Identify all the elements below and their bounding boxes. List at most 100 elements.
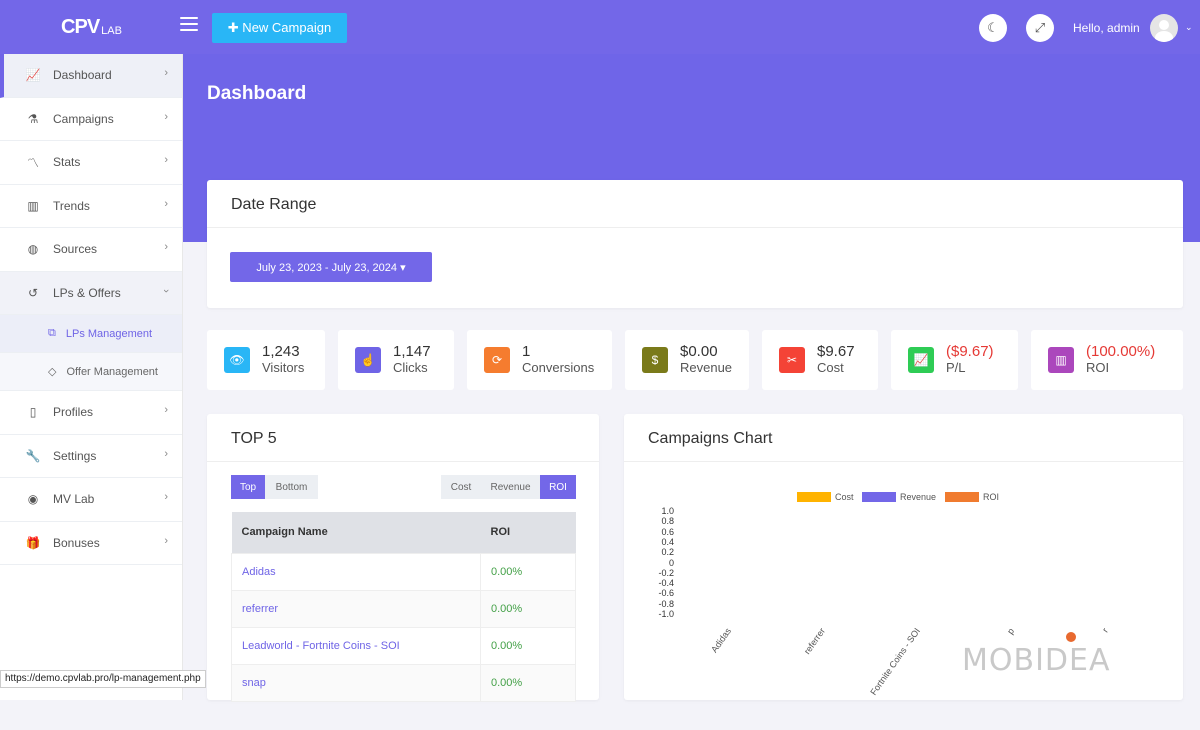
mvlab-icon: ◉ xyxy=(27,492,39,507)
y-tick-label: -1.0 xyxy=(658,609,674,619)
stat-label: Cost xyxy=(817,360,844,375)
mobidea-watermark: MOBIDEA xyxy=(962,643,1111,678)
trends-icon: ▥ xyxy=(27,198,39,213)
sidebar-item-dashboard[interactable]: 📈 Dashboard › xyxy=(0,54,182,98)
chevron-right-icon: › xyxy=(164,154,168,166)
y-tick-label: -0.8 xyxy=(658,598,674,609)
table-header-row: Campaign Name ROI xyxy=(231,512,576,553)
user-greeting[interactable]: Hello, admin xyxy=(1073,21,1140,35)
chevron-right-icon: › xyxy=(164,447,168,460)
stat-value: $0.00 xyxy=(680,343,718,360)
campaign-link[interactable]: snap xyxy=(231,663,481,702)
stat-label: ROI xyxy=(1086,360,1110,375)
sidebar-subitem-lps-management[interactable]: ⧉ LPs Management xyxy=(0,315,182,353)
sidebar-subitem-label: Offer Management xyxy=(66,365,158,378)
gift-icon: 🎁 xyxy=(25,535,41,550)
campaign-link[interactable]: referrer xyxy=(231,589,481,628)
legend-roi[interactable]: ROI xyxy=(945,492,999,502)
top-bar: CPV LAB ✚ New Campaign ☾ ⤢ Hello, admin ⌄ xyxy=(0,0,1200,54)
sidebar-item-label: Sources xyxy=(53,242,98,257)
tab-revenue[interactable]: Revenue xyxy=(481,475,540,499)
table-row: Leadworld - Fortnite Coins - SOI 0.00% xyxy=(231,626,576,665)
page-title: Dashboard xyxy=(207,83,307,104)
tag-icon: ◇ xyxy=(48,366,57,378)
legend-swatch-cost xyxy=(797,492,831,502)
sidebar-item-label: Settings xyxy=(53,448,97,463)
sidebar-item-label: Profiles xyxy=(53,405,94,420)
sidebar-item-lps-offers[interactable]: ↺ LPs & Offers › xyxy=(0,271,182,315)
stat-label: Revenue xyxy=(680,360,733,375)
status-bar-url: https://demo.cpvlab.pro/lp-management.ph… xyxy=(0,670,206,688)
clipboard-icon: ▯ xyxy=(29,405,37,420)
stat-card-conversions: ⟳ 1 Conversions xyxy=(467,330,612,390)
roi-value: 0.00% xyxy=(480,552,576,591)
sidebar-item-label: Stats xyxy=(53,155,81,170)
y-tick-label: 0 xyxy=(668,557,674,568)
tab-top[interactable]: Top xyxy=(231,475,265,499)
roi-value: 0.00% xyxy=(480,663,576,702)
menu-toggle-icon[interactable] xyxy=(180,17,198,31)
sidebar-item-stats[interactable]: 〽 Stats › xyxy=(0,141,182,185)
wrench-icon: 🔧 xyxy=(25,448,41,463)
legend-cost[interactable]: Cost xyxy=(797,492,854,502)
dollar-icon: $ xyxy=(642,347,668,373)
table-row: referrer 0.00% xyxy=(231,589,576,628)
sidebar-item-mv-lab[interactable]: ◉ MV Lab › xyxy=(0,478,182,522)
tab-bottom[interactable]: Bottom xyxy=(265,475,318,499)
logo-sub: LAB xyxy=(101,25,122,37)
stat-value: ($9.67) xyxy=(946,343,994,360)
y-tick-label: 0.2 xyxy=(661,547,674,558)
campaign-link[interactable]: Leadworld - Fortnite Coins - SOI xyxy=(231,626,481,665)
y-tick-label: -0.4 xyxy=(658,578,674,589)
sidebar: 📈 Dashboard › ⚗ Campaigns › 〽 Stats › ▥ Trends ›… xyxy=(0,54,183,700)
stat-card-pl: 📈 ($9.67) P/L xyxy=(891,330,1018,390)
stat-card-roi: ▥ (100.00%) ROI xyxy=(1031,330,1183,390)
dark-mode-icon[interactable]: ☾ xyxy=(979,14,1007,42)
sidebar-subitem-offer-management[interactable]: ◇ Offer Management xyxy=(0,353,182,391)
legend-label: Cost xyxy=(835,492,854,502)
tab-roi[interactable]: ROI xyxy=(540,475,576,499)
sidebar-item-bonuses[interactable]: 🎁 Bonuses › xyxy=(0,522,182,565)
sidebar-item-settings[interactable]: 🔧 Settings › xyxy=(0,435,182,478)
date-range-picker[interactable]: July 23, 2023 - July 23, 2024 ▾ xyxy=(230,252,432,282)
stat-card-cost: ✂ $9.67 Cost xyxy=(762,330,878,390)
sidebar-item-campaigns[interactable]: ⚗ Campaigns › xyxy=(0,98,182,141)
logo-text: CPV xyxy=(61,15,100,38)
table-row: snap 0.00% xyxy=(231,663,576,702)
avatar[interactable] xyxy=(1150,14,1178,42)
fullscreen-icon[interactable]: ⤢ xyxy=(1026,14,1054,42)
chevron-right-icon: › xyxy=(164,197,168,210)
y-tick-label: 1.0 xyxy=(661,506,674,516)
sidebar-item-label: Trends xyxy=(53,198,90,213)
stats-icon: 〽 xyxy=(26,155,39,170)
chart-line-icon: 📈 xyxy=(25,68,41,83)
sidebar-item-trends[interactable]: ▥ Trends › xyxy=(0,185,182,228)
roi-value: 0.00% xyxy=(480,626,576,665)
tab-cost[interactable]: Cost xyxy=(441,475,481,499)
eye-icon: 👁 xyxy=(224,347,250,373)
flask-icon: ⚗ xyxy=(27,111,39,126)
globe-icon: ◍ xyxy=(27,242,39,257)
roi-value: 0.00% xyxy=(480,589,576,628)
stat-card-clicks: ☝ 1,147 Clicks xyxy=(338,330,454,390)
stat-card-revenue: $ $0.00 Revenue xyxy=(625,330,749,390)
column-header[interactable]: Campaign Name xyxy=(231,512,481,553)
campaign-link[interactable]: Adidas xyxy=(231,552,481,591)
sidebar-item-profiles[interactable]: ▯ Profiles › xyxy=(0,391,182,435)
new-campaign-button[interactable]: ✚ New Campaign xyxy=(212,13,347,43)
legend-revenue[interactable]: Revenue xyxy=(862,492,936,502)
column-header[interactable]: ROI xyxy=(480,512,576,553)
chevron-right-icon: › xyxy=(164,491,168,503)
sidebar-item-label: MV Lab xyxy=(53,492,95,507)
stat-value: (100.00%) xyxy=(1086,343,1156,360)
stat-label: P/L xyxy=(946,360,966,375)
chevron-right-icon: › xyxy=(164,404,168,416)
cpvlab-logo[interactable]: CPV LAB xyxy=(0,0,183,54)
sidebar-item-label: Dashboard xyxy=(53,68,112,83)
stat-value: 1,243 xyxy=(262,343,300,360)
date-range-card: Date Range July 23, 2023 - July 23, 2024… xyxy=(207,180,1183,308)
chevron-down-icon[interactable]: ⌄ xyxy=(1185,22,1193,33)
scissors-icon: ✂ xyxy=(779,347,805,373)
legend-label: Revenue xyxy=(900,492,937,502)
sidebar-item-sources[interactable]: ◍ Sources › xyxy=(0,228,182,272)
